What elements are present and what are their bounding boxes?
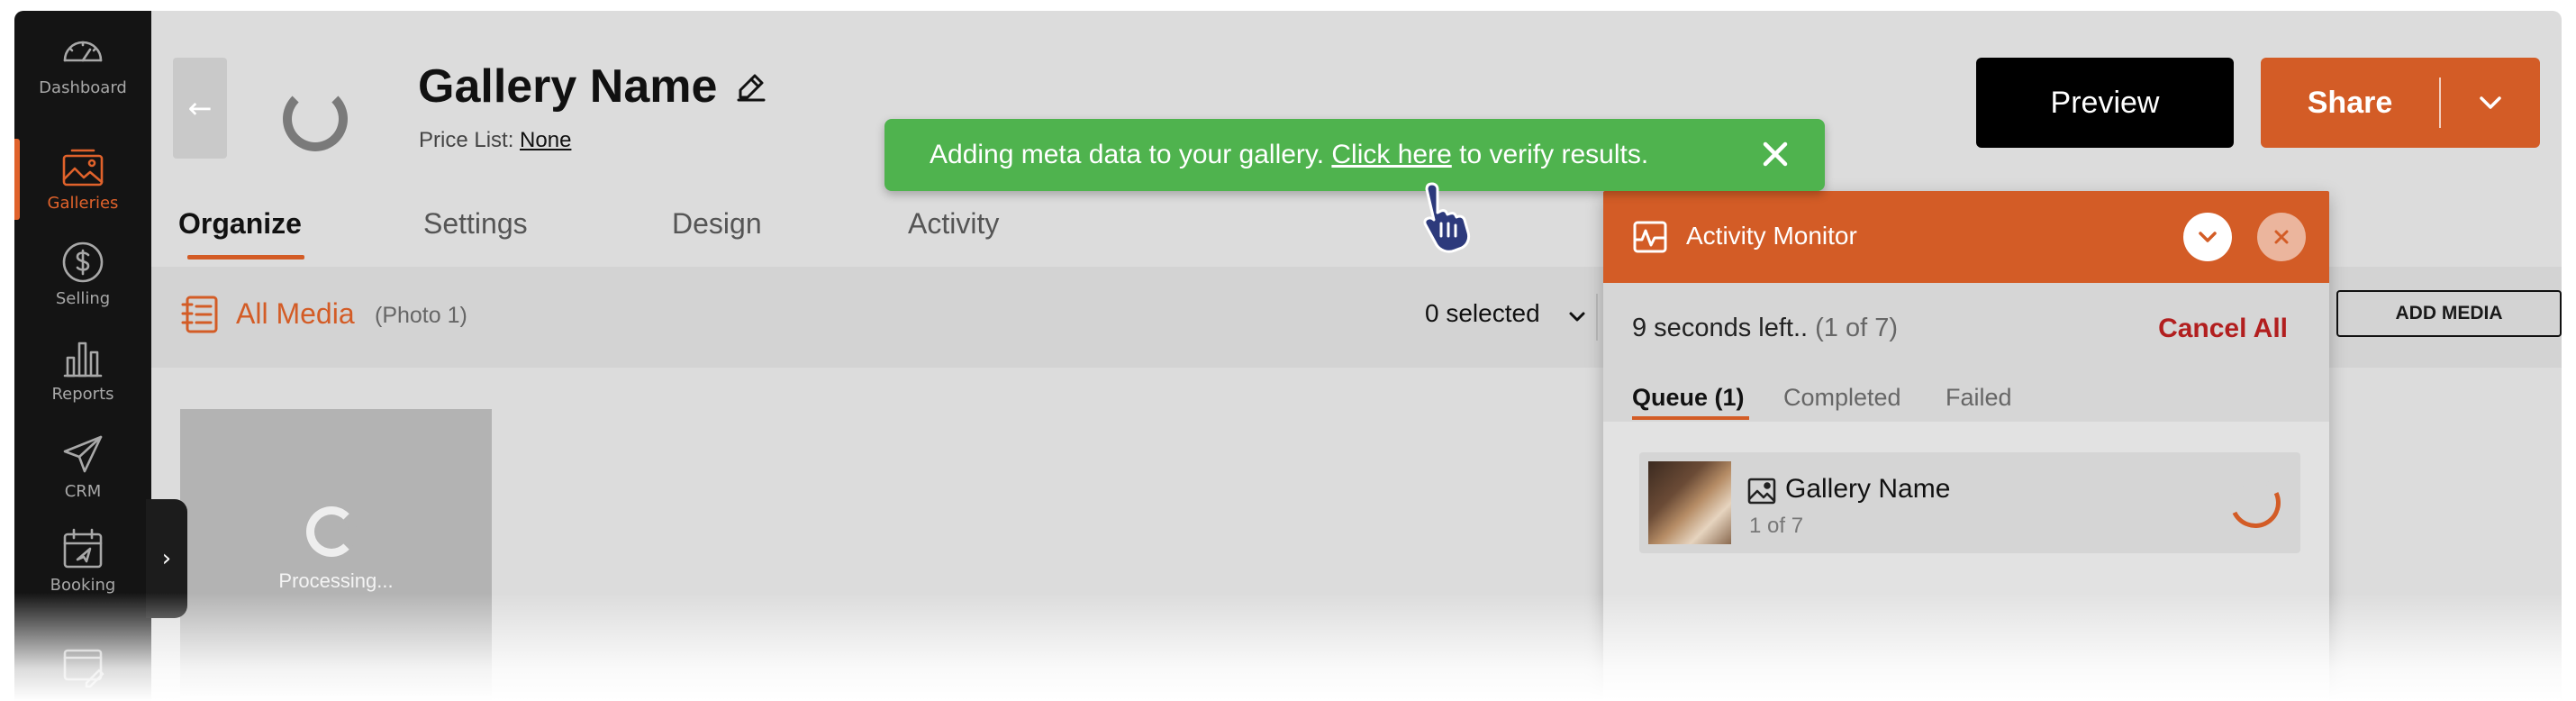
time-left-text: 9 seconds left.. [1632,314,1809,342]
activity-monitor-header: Activity Monitor [1603,191,2329,283]
tab-organize[interactable]: Organize [178,207,302,241]
tab-queue[interactable]: Queue (1) [1632,384,1745,412]
sidebar-item-label: Dashboard [39,78,127,97]
sidebar-item-website[interactable] [14,615,151,701]
toolbar-divider [1596,294,1598,341]
calendar-icon [63,528,103,569]
sidebar-item-label: Selling [55,289,111,308]
chevron-down-icon [2480,96,2501,109]
chevron-down-icon[interactable] [1567,306,1587,326]
price-list-label: Price List: [419,128,514,152]
share-button-label: Share [2307,85,2393,120]
cancel-all-button[interactable]: Cancel All [2158,314,2288,344]
hand-pointer-icon [1423,182,1471,253]
paper-plane-icon [63,435,103,473]
photo-count: (Photo 1) [375,303,467,328]
app-window: Dashboard Galleries Selling Reports CRM … [14,11,2562,701]
time-remaining: 9 seconds left.. (1 of 7) [1632,314,1898,343]
sidebar-item-selling[interactable]: Selling [14,229,151,315]
speedometer-icon [63,41,103,62]
close-icon[interactable] [1758,137,1792,171]
sidebar-item-label: Booking [50,576,116,595]
back-button[interactable]: ← [173,58,227,159]
tab-activity[interactable]: Activity [908,207,999,241]
chevron-down-icon [2199,232,2217,242]
sidebar-item-label: CRM [64,482,102,501]
queue-item-name: Gallery Name [1785,474,1951,504]
toast-text-after: to verify results. [1459,140,1649,169]
activity-pulse-icon [1633,221,1667,253]
gallery-loading-spinner [283,86,348,151]
active-tab-indicator [1632,416,1749,420]
close-icon [2274,230,2289,244]
sidebar-item-label: Reports [51,385,114,404]
share-dropdown-button[interactable] [2441,95,2540,111]
toast-link[interactable]: Click here [1331,140,1451,170]
selected-count-dropdown[interactable]: 0 selected [1425,299,1540,328]
activity-monitor-panel: Activity Monitor 9 seconds left.. (1 of … [1603,191,2329,701]
sidebar-item-label: Galleries [47,194,119,213]
queue-item-count: 1 of 7 [1749,514,1804,538]
arrow-left-icon: ← [187,91,213,125]
share-button[interactable]: Share [2261,58,2540,148]
bar-chart-icon [63,341,103,378]
preview-button-label: Preview [2050,85,2160,120]
sidebar-item-crm[interactable]: CRM [14,422,151,508]
tab-completed[interactable]: Completed [1783,384,1901,412]
image-icon [62,149,104,187]
minimize-button[interactable] [2183,213,2232,261]
add-media-button[interactable]: ADD MEDIA [2336,290,2562,337]
sidebar-item-dashboard[interactable]: Dashboard [14,18,151,105]
media-list-icon [181,296,218,333]
preview-button[interactable]: Preview [1976,58,2234,148]
tab-settings[interactable]: Settings [423,207,528,241]
queue-item[interactable]: Gallery Name 1 of 7 [1639,452,2300,553]
sidebar-collapse-button[interactable]: › [146,499,187,618]
website-icon [63,649,104,688]
queue-item-spinner [2223,470,2288,535]
sidebar-item-reports[interactable]: Reports [14,324,151,411]
all-media-link[interactable]: All Media [236,297,355,331]
tab-failed[interactable]: Failed [1946,384,2012,412]
price-list: Price List: None [419,128,571,153]
processing-spinner [306,506,357,557]
dollar-icon [62,241,104,283]
toast-notification: Adding meta data to your gallery. Click … [884,119,1825,191]
sidebar-item-galleries[interactable]: Galleries [14,133,151,220]
active-tab-indicator [187,255,304,259]
image-icon [1747,478,1776,505]
close-panel-button[interactable] [2257,213,2306,261]
price-list-link[interactable]: None [520,128,571,152]
processing-label: Processing... [278,569,394,592]
sidebar-item-booking[interactable]: Booking [14,515,151,602]
sidebar: Dashboard Galleries Selling Reports CRM … [14,11,151,701]
activity-monitor-title: Activity Monitor [1686,222,1857,250]
chevron-right-icon: › [161,545,172,572]
queue-item-thumbnail [1648,461,1731,544]
edit-pencil-icon[interactable] [735,70,767,103]
progress-count: (1 of 7) [1815,314,1898,342]
toast-text: Adding meta data to your gallery. [930,140,1325,169]
tab-design[interactable]: Design [672,207,762,241]
page-title: Gallery Name [418,60,718,113]
